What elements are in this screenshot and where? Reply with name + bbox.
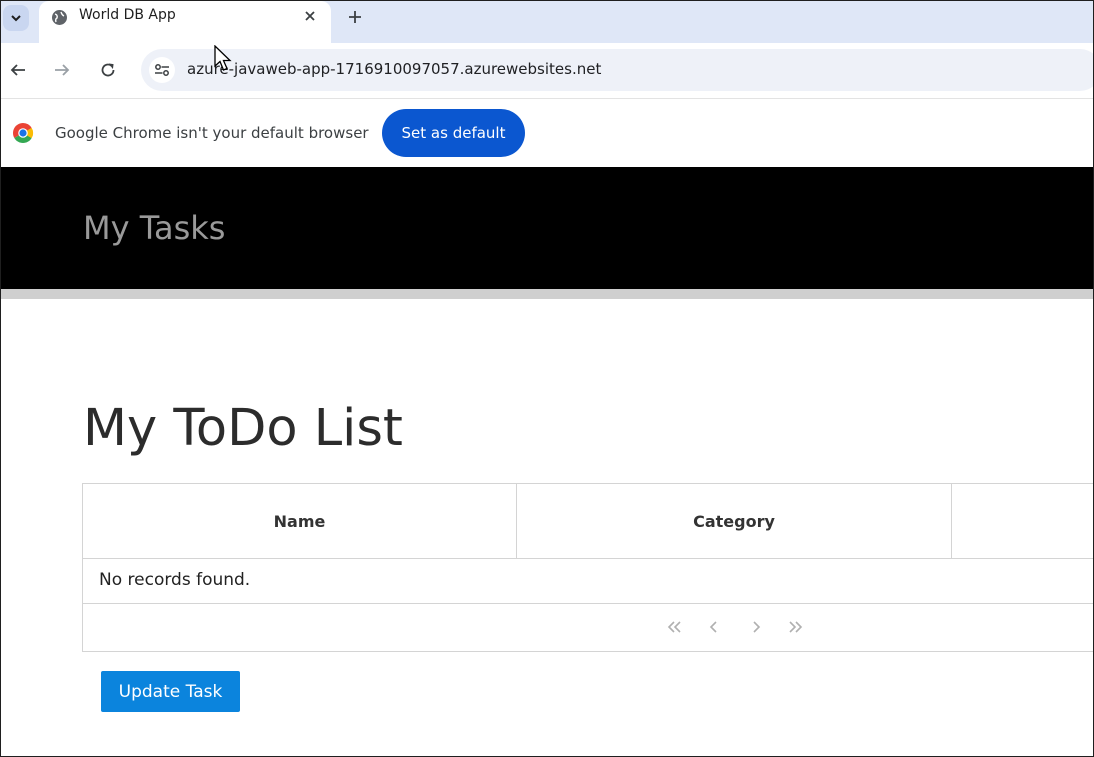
header-divider: [1, 289, 1093, 299]
reload-icon: [101, 63, 115, 77]
tab-search-button[interactable]: [3, 5, 29, 31]
double-chevron-right-icon: [789, 621, 803, 633]
tab-active[interactable]: World DB App: [39, 1, 331, 43]
update-task-button[interactable]: Update Task: [101, 671, 240, 712]
chevron-right-icon: [753, 621, 761, 633]
chevron-left-icon: [709, 621, 717, 633]
page-title: My ToDo List: [83, 399, 403, 458]
infobar-message: Google Chrome isn't your default browser: [55, 124, 369, 142]
chrome-logo-icon: [13, 123, 33, 143]
close-icon: [305, 11, 315, 21]
arrow-right-icon: [55, 64, 70, 76]
next-page-button[interactable]: [745, 616, 767, 638]
chevron-down-icon: [11, 15, 21, 22]
app-navbar: My Tasks: [1, 167, 1093, 289]
globe-icon: [52, 10, 67, 25]
prev-page-button[interactable]: [703, 616, 725, 638]
browser-toolbar: azure-javaweb-app-1716910097057.azureweb…: [1, 43, 1093, 99]
default-browser-infobar: Google Chrome isn't your default browser…: [1, 100, 1093, 167]
empty-message: No records found.: [99, 570, 251, 590]
tune-icon: [155, 64, 169, 76]
tab-close-button[interactable]: [301, 7, 319, 25]
address-bar[interactable]: azure-javaweb-app-1716910097057.azureweb…: [141, 49, 1093, 91]
todo-grid: Name Category No records found.: [82, 483, 1093, 652]
set-as-default-button[interactable]: Set as default: [382, 109, 525, 157]
pager: [83, 604, 1093, 651]
forward-button[interactable]: [51, 59, 73, 81]
new-tab-button[interactable]: [345, 7, 365, 27]
tab-strip: World DB App: [1, 1, 1093, 43]
site-info-button[interactable]: [149, 57, 175, 83]
first-page-button[interactable]: [663, 616, 685, 638]
column-header-category[interactable]: Category: [517, 484, 952, 559]
arrow-left-icon: [10, 64, 25, 76]
grid-header: Name Category: [83, 484, 1093, 559]
mouse-cursor-icon: [214, 45, 232, 71]
app-brand[interactable]: My Tasks: [83, 209, 225, 247]
reload-button[interactable]: [97, 59, 119, 81]
tab-title: World DB App: [79, 7, 176, 23]
url-text: azure-javaweb-app-1716910097057.azureweb…: [187, 60, 602, 78]
last-page-button[interactable]: [785, 616, 807, 638]
back-button[interactable]: [7, 59, 29, 81]
browser-window: World DB App azure-javaweb-app-171691009…: [0, 0, 1094, 757]
column-header-name[interactable]: Name: [83, 484, 517, 559]
empty-row: No records found.: [83, 559, 1093, 604]
double-chevron-left-icon: [667, 621, 681, 633]
column-header-extra[interactable]: [952, 484, 1093, 559]
plus-icon: [349, 11, 361, 23]
